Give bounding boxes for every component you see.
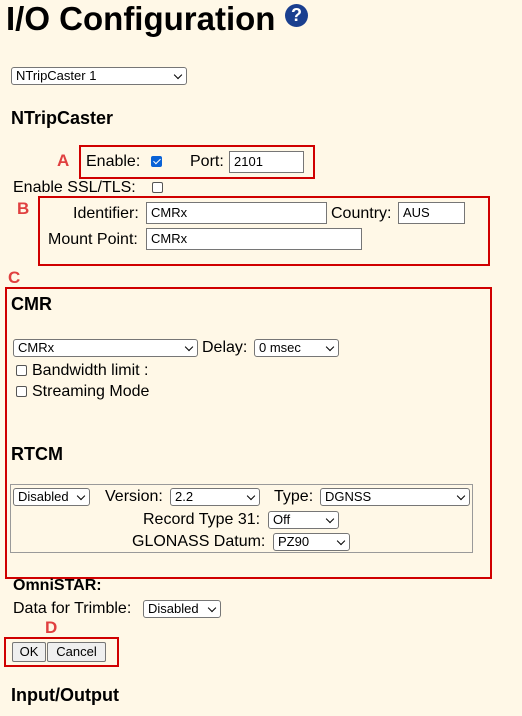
version-select[interactable]: 2.2 (170, 488, 260, 506)
glonass-select[interactable]: PZ90 (273, 533, 350, 551)
country-input[interactable]: AUS (398, 202, 465, 224)
help-icon[interactable]: ? (285, 4, 308, 27)
page-title: I/O Configuration (6, 0, 276, 37)
annotation-d: D (45, 618, 58, 637)
record31-label: Record Type 31: (143, 511, 261, 528)
enable-label: Enable: (86, 153, 141, 170)
bandwidth-label: Bandwidth limit : (32, 362, 149, 379)
ssl-checkbox[interactable] (152, 182, 163, 193)
delay-label: Delay: (202, 339, 248, 356)
port-select[interactable]: NTripCaster 1 (11, 67, 187, 85)
glonass-label: GLONASS Datum: (132, 533, 266, 550)
version-label: Version: (105, 488, 163, 505)
identifier-input[interactable]: CMRx (146, 202, 327, 224)
streaming-checkbox[interactable] (16, 386, 27, 397)
annotation-b: B (17, 199, 30, 218)
rtcm-type-select[interactable]: DGNSS (320, 488, 470, 506)
country-label: Country: (331, 205, 392, 222)
bandwidth-checkbox[interactable] (16, 365, 27, 376)
identifier-label: Identifier: (73, 205, 139, 222)
rtcm-heading: RTCM (11, 444, 63, 464)
omnistar-heading: OmniSTAR: (13, 577, 102, 594)
enable-checkbox[interactable] (151, 156, 162, 167)
input-output-heading: Input/Output (11, 685, 119, 705)
rtcm-type-label: Type: (274, 488, 314, 505)
cmr-type-select[interactable]: CMRx (13, 339, 198, 357)
record31-select[interactable]: Off (268, 511, 339, 529)
annotation-c: C (8, 268, 21, 287)
trimble-select[interactable]: Disabled (143, 600, 221, 618)
streaming-label: Streaming Mode (32, 383, 150, 400)
port-input[interactable]: 2101 (229, 151, 304, 173)
mount-point-input[interactable]: CMRx (146, 228, 362, 250)
rtcm-enable-select[interactable]: Disabled (13, 488, 90, 506)
mount-point-label: Mount Point: (48, 231, 138, 248)
port-label: Port: (190, 153, 224, 170)
annotation-a: A (57, 151, 70, 170)
ok-button[interactable]: OK (12, 642, 46, 662)
ntripcaster-heading: NTripCaster (11, 108, 114, 128)
ssl-label: Enable SSL/TLS: (13, 179, 136, 196)
trimble-label: Data for Trimble: (13, 600, 132, 617)
delay-select[interactable]: 0 msec (254, 339, 339, 357)
cancel-button[interactable]: Cancel (47, 642, 106, 662)
cmr-heading: CMR (11, 294, 52, 314)
